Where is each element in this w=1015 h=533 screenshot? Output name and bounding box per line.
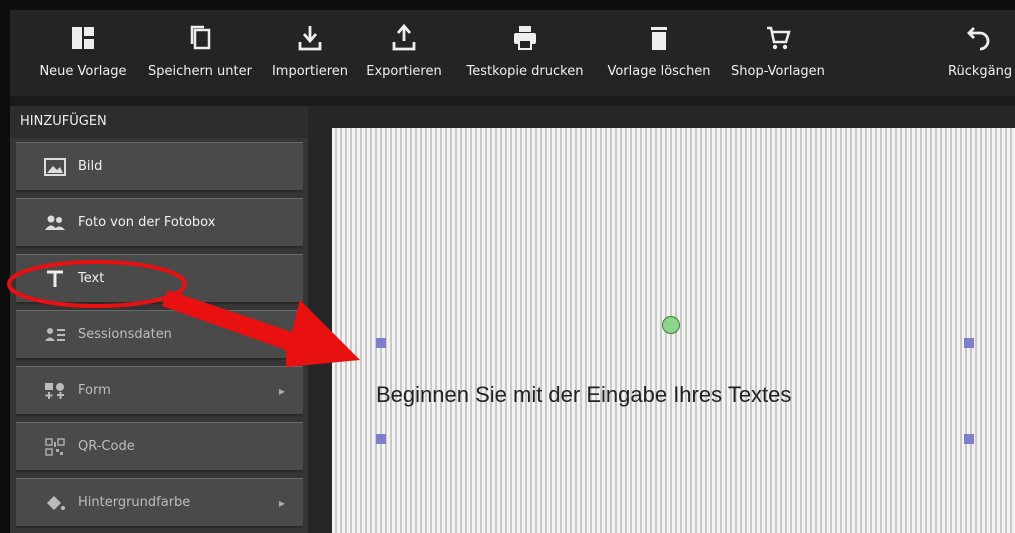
paint-bucket-icon <box>44 494 66 512</box>
trash-icon <box>651 27 667 50</box>
import-button[interactable]: Importieren <box>265 24 355 94</box>
new-template-button[interactable]: Neue Vorlage <box>28 24 138 94</box>
sidebar-item-label: Foto von der Fotobox <box>78 215 216 230</box>
delete-template-button[interactable]: Vorlage löschen <box>602 24 716 94</box>
sidebar-item-text[interactable]: Text <box>16 254 303 304</box>
delete-template-label: Vorlage löschen <box>607 64 711 79</box>
resize-handle-bottom-right[interactable] <box>964 434 974 444</box>
chevron-right-icon: ▸ <box>278 495 285 510</box>
image-icon <box>44 157 66 176</box>
shop-templates-button[interactable]: Shop-Vorlagen <box>728 24 828 94</box>
chevron-right-icon: ▸ <box>278 383 285 398</box>
shop-templates-label: Shop-Vorlagen <box>731 64 825 79</box>
new-template-icon <box>72 27 94 49</box>
text-element[interactable]: Beginnen Sie mit der Eingabe Ihres Texte… <box>376 382 791 408</box>
template-canvas[interactable]: Beginnen Sie mit der Eingabe Ihres Texte… <box>332 128 1015 533</box>
resize-handle-top-left[interactable] <box>376 338 386 348</box>
app-screen: Neue Vorlage Speichern unter Importieren… <box>10 10 1015 533</box>
sidebar-item-shape[interactable]: Form ▸ <box>16 366 303 416</box>
shapes-icon <box>44 382 66 400</box>
undo-label: Rückgäng <box>948 64 1013 79</box>
cart-icon <box>767 26 791 50</box>
chevron-right-icon: ▸ <box>278 327 285 342</box>
sidebar-item-label: Form <box>78 383 111 398</box>
sidebar-item-photo[interactable]: Foto von der Fotobox <box>16 198 303 248</box>
new-template-label: Neue Vorlage <box>39 64 127 79</box>
sidebar-item-label: QR-Code <box>78 439 135 454</box>
sidebar: HINZUFÜGEN Bild Foto von der Fotobox Tex… <box>10 106 308 533</box>
printer-icon <box>514 26 536 50</box>
sidebar-item-label: Hintergrundfarbe <box>78 495 191 510</box>
text-icon <box>44 270 66 288</box>
sidebar-item-qr-code[interactable]: QR-Code <box>16 422 303 472</box>
export-label: Exportieren <box>366 64 442 79</box>
copy-icon <box>190 25 211 50</box>
resize-handle-top-right[interactable] <box>964 338 974 348</box>
resize-handle-bottom-left[interactable] <box>376 434 386 444</box>
save-as-label: Speichern unter <box>148 64 252 79</box>
test-print-label: Testkopie drucken <box>466 64 584 79</box>
test-print-button[interactable]: Testkopie drucken <box>460 24 590 94</box>
undo-icon <box>967 27 990 51</box>
sidebar-item-label: Sessionsdaten <box>78 327 172 342</box>
download-icon <box>298 26 322 51</box>
qr-code-icon <box>44 437 66 456</box>
people-icon <box>44 214 66 232</box>
session-icon <box>44 326 66 344</box>
sidebar-item-label: Bild <box>78 159 103 174</box>
upload-icon <box>392 24 416 51</box>
sidebar-item-label: Text <box>78 271 105 286</box>
rotate-handle[interactable] <box>662 316 680 334</box>
sidebar-item-image[interactable]: Bild <box>16 142 303 192</box>
import-label: Importieren <box>271 64 349 79</box>
sidebar-header: HINZUFÜGEN <box>10 106 308 138</box>
sidebar-item-session-data[interactable]: Sessionsdaten ▸ <box>16 310 303 360</box>
sidebar-item-background-color[interactable]: Hintergrundfarbe ▸ <box>16 478 303 528</box>
undo-button[interactable]: Rückgäng <box>948 24 1015 94</box>
export-button[interactable]: Exportieren <box>362 24 446 94</box>
toolbar: Neue Vorlage Speichern unter Importieren… <box>10 10 1015 96</box>
save-as-button[interactable]: Speichern unter <box>140 24 260 94</box>
